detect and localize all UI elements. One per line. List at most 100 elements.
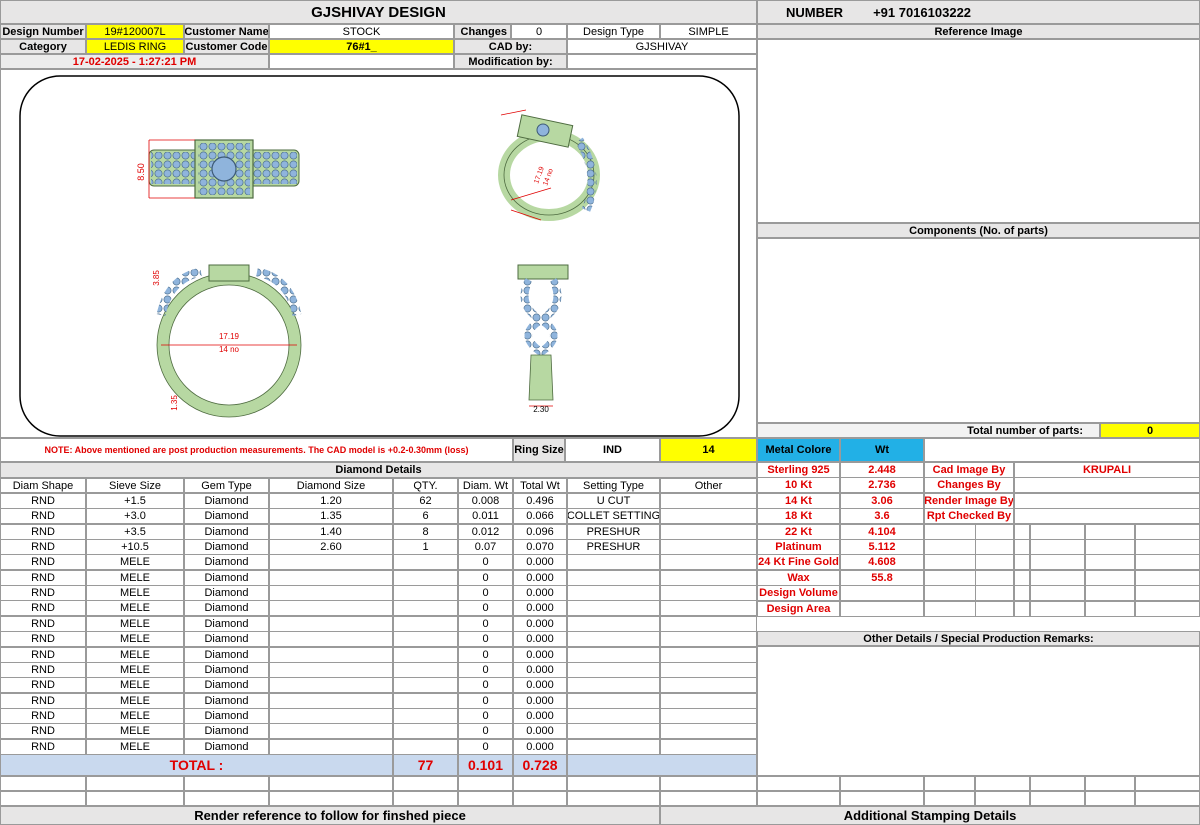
- role-value[interactable]: KRUPALI: [1014, 462, 1200, 478]
- cell-qty[interactable]: [393, 616, 458, 632]
- cell-gem-type[interactable]: Diamond: [184, 662, 269, 678]
- cell-diam-shape[interactable]: RND: [0, 508, 86, 524]
- cell-setting-type[interactable]: U CUT: [567, 493, 660, 509]
- cell-qty[interactable]: 1: [393, 539, 458, 555]
- cell-sieve-size[interactable]: MELE: [86, 616, 184, 632]
- cell-diam-wt[interactable]: 0.011: [458, 508, 513, 524]
- cell-gem-type[interactable]: Diamond: [184, 493, 269, 509]
- cell-diam-wt[interactable]: 0: [458, 585, 513, 601]
- cell-other[interactable]: [660, 616, 757, 632]
- cell-qty[interactable]: [393, 631, 458, 647]
- cell-sieve-size[interactable]: +3.5: [86, 524, 184, 540]
- cell-diamond-size[interactable]: [269, 708, 393, 724]
- cell-total-wt[interactable]: 0.000: [513, 693, 567, 709]
- cell-sieve-size[interactable]: MELE: [86, 739, 184, 755]
- cell-setting-type[interactable]: [567, 693, 660, 709]
- cell-diam-shape[interactable]: RND: [0, 647, 86, 663]
- role-value[interactable]: [1014, 477, 1200, 493]
- cell-gem-type[interactable]: Diamond: [184, 524, 269, 540]
- cell-diam-shape[interactable]: RND: [0, 539, 86, 555]
- cell-qty[interactable]: 8: [393, 524, 458, 540]
- cell-diam-wt[interactable]: 0: [458, 554, 513, 570]
- cell-qty[interactable]: [393, 600, 458, 616]
- cell-diamond-size[interactable]: [269, 631, 393, 647]
- total-parts-value[interactable]: 0: [1100, 423, 1200, 438]
- cell-gem-type[interactable]: Diamond: [184, 508, 269, 524]
- design-type-value[interactable]: SIMPLE: [660, 24, 757, 39]
- cell-diam-shape[interactable]: RND: [0, 493, 86, 509]
- cell-other[interactable]: [660, 493, 757, 509]
- cell-diamond-size[interactable]: [269, 693, 393, 709]
- cell-total-wt[interactable]: 0.000: [513, 631, 567, 647]
- cell-other[interactable]: [660, 693, 757, 709]
- cell-sieve-size[interactable]: MELE: [86, 708, 184, 724]
- cell-setting-type[interactable]: [567, 662, 660, 678]
- role-value[interactable]: [1014, 508, 1200, 524]
- cell-total-wt[interactable]: 0.496: [513, 493, 567, 509]
- cell-diamond-size[interactable]: [269, 662, 393, 678]
- metal-wt[interactable]: 2.736: [840, 477, 924, 493]
- cell-other[interactable]: [660, 631, 757, 647]
- cell-setting-type[interactable]: COLLET SETTING: [567, 508, 660, 524]
- cell-gem-type[interactable]: Diamond: [184, 570, 269, 586]
- cell-setting-type[interactable]: [567, 554, 660, 570]
- cell-total-wt[interactable]: 0.066: [513, 508, 567, 524]
- customer-code-value[interactable]: 76#1_: [269, 39, 454, 54]
- cell-gem-type[interactable]: Diamond: [184, 554, 269, 570]
- metal-wt[interactable]: 5.112: [840, 539, 924, 555]
- cell-qty[interactable]: [393, 677, 458, 693]
- cell-other[interactable]: [660, 647, 757, 663]
- cell-other[interactable]: [660, 739, 757, 755]
- cell-qty[interactable]: [393, 647, 458, 663]
- cell-sieve-size[interactable]: MELE: [86, 647, 184, 663]
- cell-diam-shape[interactable]: RND: [0, 570, 86, 586]
- cell-total-wt[interactable]: 0.000: [513, 723, 567, 739]
- cell-sieve-size[interactable]: +3.0: [86, 508, 184, 524]
- cell-total-wt[interactable]: 0.000: [513, 600, 567, 616]
- cell-diam-wt[interactable]: 0: [458, 570, 513, 586]
- cell-total-wt[interactable]: 0.000: [513, 677, 567, 693]
- cell-setting-type[interactable]: [567, 585, 660, 601]
- cell-other[interactable]: [660, 708, 757, 724]
- cell-diam-wt[interactable]: 0: [458, 616, 513, 632]
- cell-diam-wt[interactable]: 0: [458, 677, 513, 693]
- cell-diam-shape[interactable]: RND: [0, 631, 86, 647]
- cell-qty[interactable]: [393, 570, 458, 586]
- cell-other[interactable]: [660, 508, 757, 524]
- cell-other[interactable]: [660, 585, 757, 601]
- cell-qty[interactable]: [393, 693, 458, 709]
- changes-value[interactable]: 0: [511, 24, 567, 39]
- cell-setting-type[interactable]: [567, 631, 660, 647]
- cell-diam-wt[interactable]: 0: [458, 708, 513, 724]
- cell-diam-shape[interactable]: RND: [0, 616, 86, 632]
- cell-diam-wt[interactable]: 0: [458, 631, 513, 647]
- cad-by-value[interactable]: GJSHIVAY: [567, 39, 757, 54]
- cell-total-wt[interactable]: 0.000: [513, 662, 567, 678]
- cell-diamond-size[interactable]: [269, 570, 393, 586]
- customer-name-value[interactable]: STOCK: [269, 24, 454, 39]
- cell-setting-type[interactable]: [567, 739, 660, 755]
- cell-diamond-size[interactable]: [269, 647, 393, 663]
- cell-gem-type[interactable]: Diamond: [184, 693, 269, 709]
- cell-other[interactable]: [660, 539, 757, 555]
- cell-other[interactable]: [660, 600, 757, 616]
- cell-diam-wt[interactable]: 0: [458, 600, 513, 616]
- metal-wt[interactable]: 4.104: [840, 524, 924, 540]
- cell-total-wt[interactable]: 0.000: [513, 647, 567, 663]
- cell-setting-type[interactable]: [567, 616, 660, 632]
- cell-qty[interactable]: 62: [393, 493, 458, 509]
- cell-qty[interactable]: 6: [393, 508, 458, 524]
- cell-diam-wt[interactable]: 0: [458, 647, 513, 663]
- cell-diamond-size[interactable]: [269, 585, 393, 601]
- cell-total-wt[interactable]: 0.000: [513, 554, 567, 570]
- cell-diam-wt[interactable]: 0: [458, 662, 513, 678]
- cell-other[interactable]: [660, 723, 757, 739]
- cell-diam-wt[interactable]: 0: [458, 723, 513, 739]
- cell-diam-shape[interactable]: RND: [0, 693, 86, 709]
- cell-total-wt[interactable]: 0.000: [513, 570, 567, 586]
- metal-wt[interactable]: 3.6: [840, 508, 924, 524]
- cell-diamond-size[interactable]: [269, 677, 393, 693]
- metal-wt[interactable]: 4.608: [840, 554, 924, 570]
- cell-diam-shape[interactable]: RND: [0, 524, 86, 540]
- cell-other[interactable]: [660, 524, 757, 540]
